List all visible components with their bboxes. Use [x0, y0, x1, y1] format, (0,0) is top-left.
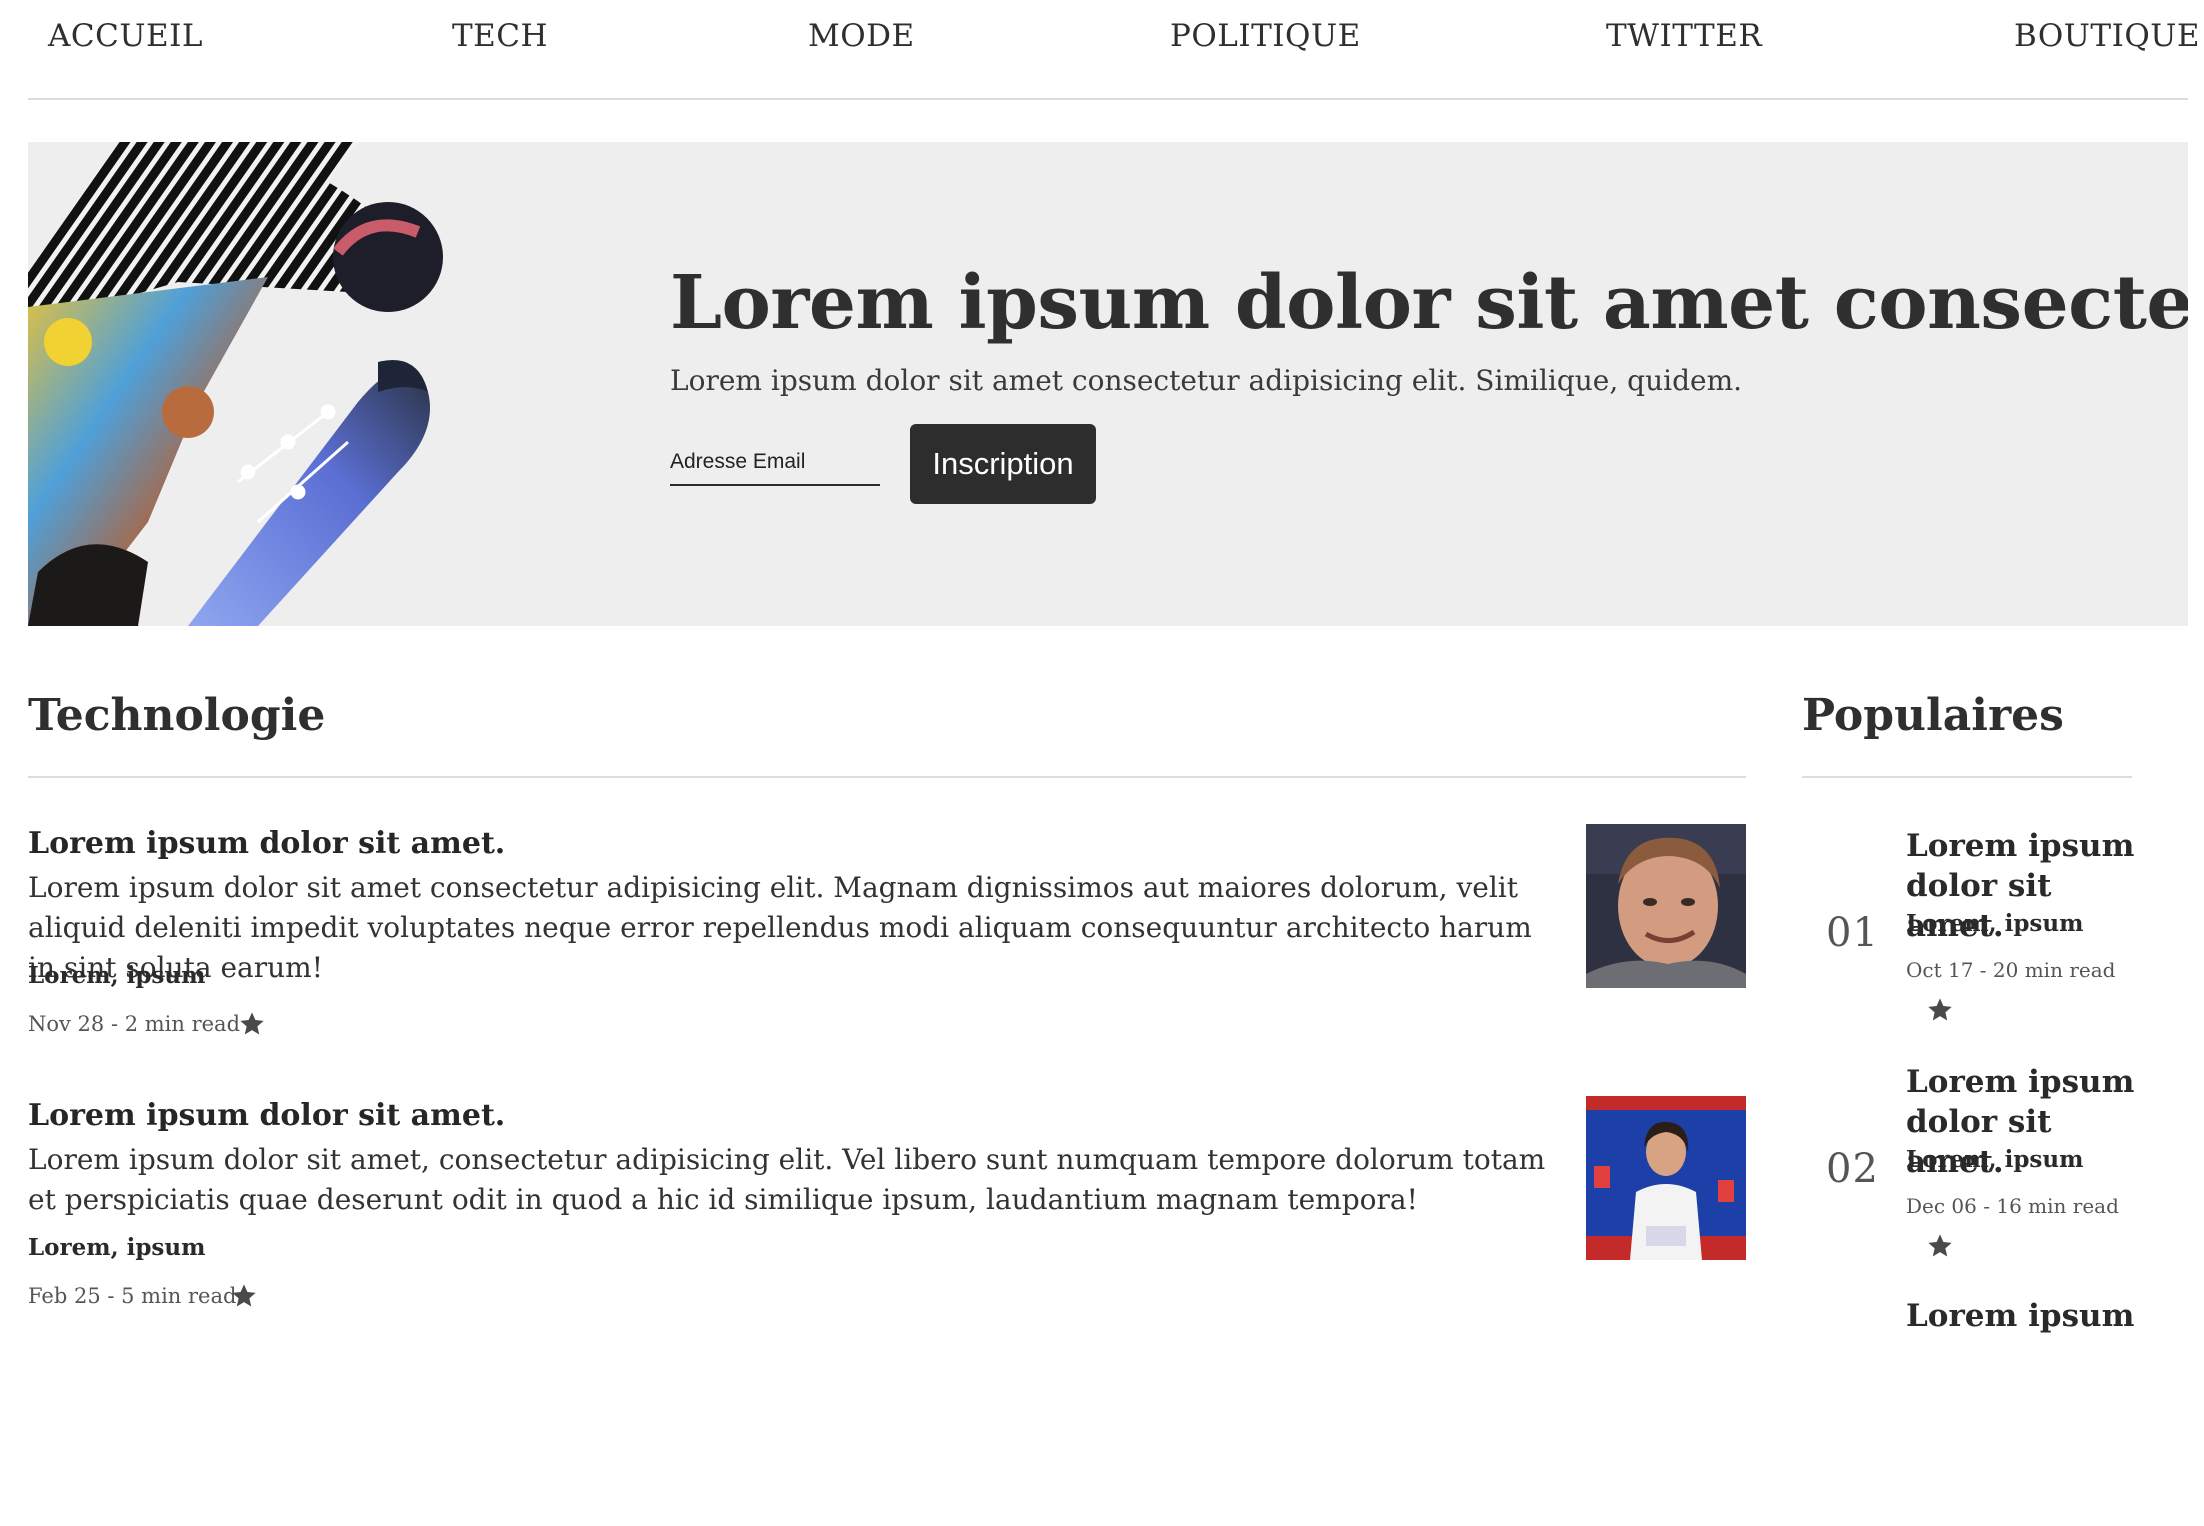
article-excerpt: Lorem ipsum dolor sit amet, consectetur …: [28, 1143, 1546, 1216]
top-navigation: ACCUEIL TECH MODE POLITIQUE TWITTER BOUT…: [28, 0, 2200, 100]
popular-rank: 02: [1826, 1146, 1879, 1192]
popular-title[interactable]: Lorem ipsum: [1906, 1296, 2136, 1336]
nav-item-boutique[interactable]: BOUTIQUE: [2014, 18, 2200, 54]
article-meta: Feb 25 - 5 min read: [28, 1284, 237, 1308]
nav-item-accueil[interactable]: ACCUEIL: [48, 18, 203, 54]
article-card[interactable]: Lorem ipsum dolor sit amet. Lorem ipsum …: [28, 1096, 1746, 1348]
popular-author: Lorem, ipsum: [1906, 910, 2084, 937]
article-meta: Nov 28 - 2 min read: [28, 1012, 241, 1036]
hero-banner: Lorem ipsum dolor sit amet consectetur. …: [28, 142, 2188, 626]
section-title-technologie: Technologie: [28, 690, 326, 741]
article-title[interactable]: Lorem ipsum dolor sit amet.: [28, 1098, 505, 1133]
signup-button[interactable]: Inscription: [910, 424, 1096, 504]
article-excerpt: Lorem ipsum dolor sit amet consectetur a…: [28, 871, 1532, 984]
popular-item[interactable]: Lorem ipsum: [1802, 1296, 2134, 1526]
article-title[interactable]: Lorem ipsum dolor sit amet.: [28, 826, 505, 861]
hero-subtitle: Lorem ipsum dolor sit amet consectetur a…: [670, 364, 1743, 397]
section-divider: [1802, 776, 2132, 778]
hero-title: Lorem ipsum dolor sit amet consectetur.: [670, 260, 2188, 346]
section-title-populaires: Populaires: [1802, 690, 2064, 741]
article-thumbnail[interactable]: [1586, 824, 1746, 988]
star-icon[interactable]: [1926, 996, 1954, 1024]
section-divider: [28, 776, 1746, 778]
popular-meta: Dec 06 - 16 min read: [1906, 1194, 2119, 1218]
popular-meta: Oct 17 - 20 min read: [1906, 958, 2116, 982]
article-author: Lorem, ipsum: [28, 1234, 206, 1261]
article-author: Lorem, ipsum: [28, 962, 206, 989]
article-card[interactable]: Lorem ipsum dolor sit amet. Lorem ipsum …: [28, 824, 1746, 1076]
article-thumbnail[interactable]: [1586, 1096, 1746, 1260]
popular-item[interactable]: 02 Lorem ipsum dolor sit amet. Lorem, ip…: [1802, 1062, 2134, 1292]
popular-rank: 01: [1826, 910, 1879, 956]
nav-item-politique[interactable]: POLITIQUE: [1170, 18, 1361, 54]
nav-item-mode[interactable]: MODE: [808, 18, 915, 54]
nav-item-twitter[interactable]: TWITTER: [1606, 18, 1762, 54]
star-icon[interactable]: [1926, 1232, 1954, 1260]
popular-item[interactable]: 01 Lorem ipsum dolor sit amet. Lorem, ip…: [1802, 826, 2134, 1056]
hero-illustration: [28, 142, 443, 626]
star-icon[interactable]: [230, 1282, 258, 1310]
star-icon[interactable]: [238, 1010, 266, 1038]
email-field[interactable]: [670, 440, 880, 486]
popular-author: Lorem, ipsum: [1906, 1146, 2084, 1173]
nav-item-tech[interactable]: TECH: [452, 18, 548, 54]
